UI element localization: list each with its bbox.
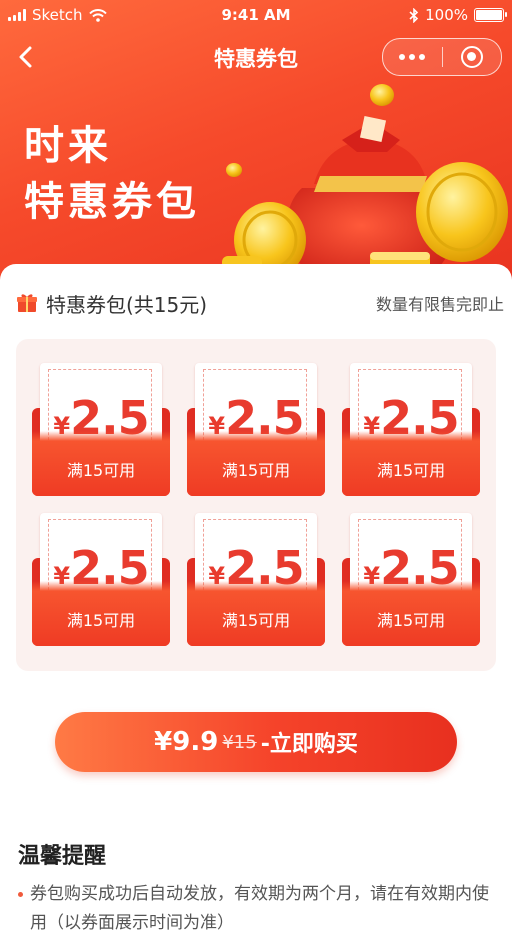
bluetooth-icon [409, 7, 419, 23]
coupon-condition: 满15可用 [376, 461, 446, 480]
home-target-icon [460, 46, 483, 68]
tips-heading: 温馨提醒 [18, 844, 107, 869]
status-right: 100% [409, 6, 507, 24]
close-program-button[interactable] [443, 39, 502, 75]
coupon-card: ¥2.5 满15可用 [32, 513, 170, 646]
package-header: 特惠券包(共15元) 数量有限售完即止 [16, 288, 504, 318]
package-title: 特惠券包(共15元) [46, 292, 208, 317]
bullet-dot [18, 892, 23, 897]
hero-line-2: 特惠券包 [24, 179, 200, 225]
buy-now-button[interactable]: ¥9.9 ¥15 -立即购买 [55, 712, 457, 772]
hero-line-1: 时来 [24, 123, 112, 169]
buy-label: -立即购买 [260, 732, 358, 757]
lucky-bag-illustration [222, 84, 508, 290]
mini-program-capsule [382, 38, 502, 76]
more-button[interactable] [383, 39, 442, 75]
coupon-condition: 满15可用 [376, 611, 446, 630]
more-icon [399, 54, 426, 60]
status-bar: Sketch 9:41 AM 100% [0, 0, 512, 30]
coupon-condition: 满15可用 [221, 611, 291, 630]
battery-percent: 100% [425, 6, 468, 24]
nav-bar: 特惠券包 [0, 30, 512, 84]
coupon-condition: 满15可用 [221, 461, 291, 480]
content-card: 特惠券包(共15元) 数量有限售完即止 ¥2.5 满15可用 ¥2.5 满15可… [0, 264, 512, 934]
coupon-card: ¥2.5 满15可用 [187, 513, 325, 646]
coupon-card: ¥2.5 满15可用 [187, 363, 325, 496]
battery-icon [474, 8, 507, 22]
buy-price: ¥9.9 [154, 727, 219, 757]
coupon-condition: 满15可用 [66, 611, 136, 630]
hero-banner: Sketch 9:41 AM 100% 特惠券包 时来 特惠券包 [0, 0, 512, 300]
tip-item: 券包购买成功后自动发放，有效期为两个月，请在有效期内使用（以券面展示时间为准） [18, 880, 496, 938]
coupon-grid: ¥2.5 满15可用 ¥2.5 满15可用 ¥2.5 满15可用 ¥2.5 满1… [16, 339, 496, 671]
coupon-card: ¥2.5 满15可用 [342, 513, 480, 646]
hero-headline: 时来 特惠券包 [24, 118, 200, 230]
coupon-card: ¥2.5 满15可用 [32, 363, 170, 496]
coupon-condition: 满15可用 [66, 461, 136, 480]
gift-icon [17, 294, 37, 312]
package-note: 数量有限售完即止 [375, 295, 504, 314]
tip-text: 券包购买成功后自动发放，有效期为两个月，请在有效期内使用（以券面展示时间为准） [30, 884, 489, 933]
original-price: ¥15 [222, 731, 257, 753]
coupon-card: ¥2.5 满15可用 [342, 363, 480, 496]
